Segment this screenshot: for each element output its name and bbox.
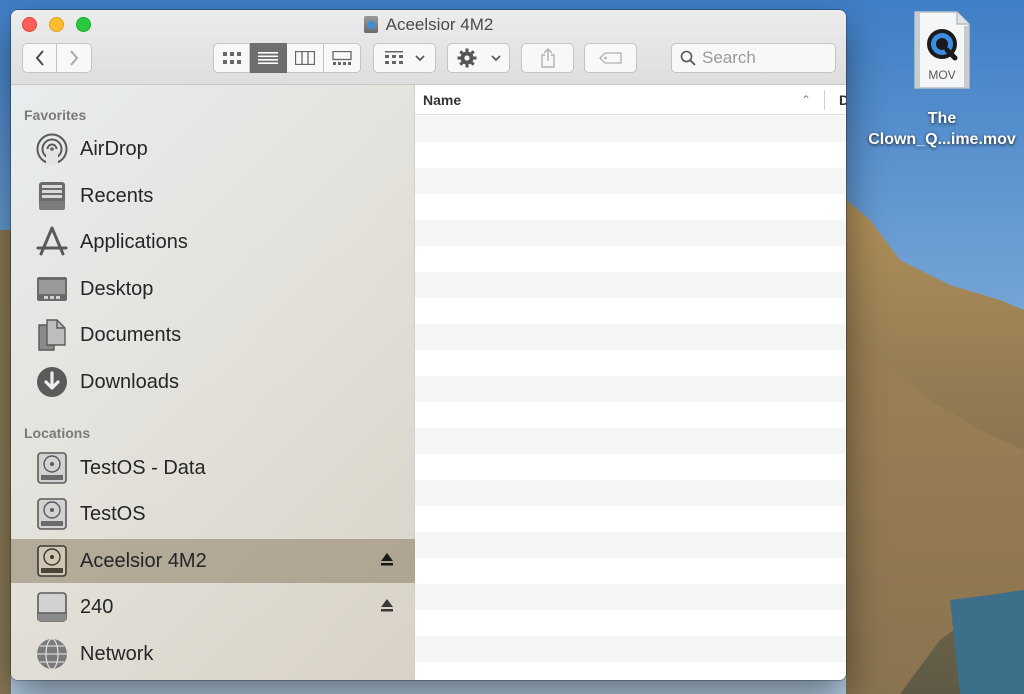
sidebar-item-testos[interactable]: TestOS [11, 492, 415, 536]
file-name: The Clown_Q...ime.mov [862, 108, 1022, 150]
action-menu-button[interactable] [447, 43, 510, 73]
sidebar: Favorites AirDrop Recents Applications D… [11, 85, 415, 680]
list-view-button[interactable] [250, 43, 287, 73]
eject-icon[interactable] [381, 553, 393, 566]
column-header: Name ⌃ D [415, 85, 846, 115]
column-divider[interactable] [824, 90, 825, 110]
quicktime-file-icon: MOV [913, 10, 971, 90]
sidebar-item-label: Documents [80, 323, 182, 346]
window-title-text: Aceelsior 4M2 [385, 15, 494, 34]
favorites-section-label: Favorites [24, 107, 87, 123]
view-mode-control [213, 43, 361, 73]
sidebar-item-testos-data[interactable]: TestOS - Data [11, 446, 415, 490]
gallery-view-icon [332, 51, 352, 65]
sidebar-item-aceelsior-4m2[interactable]: Aceelsior 4M2 [11, 539, 415, 583]
disk-icon [35, 544, 69, 578]
locations-section-label: Locations [24, 425, 91, 441]
sidebar-item-downloads[interactable]: Downloads [11, 360, 415, 404]
icon-view-button[interactable] [213, 43, 250, 73]
recents-icon [35, 179, 69, 213]
applications-icon [35, 225, 69, 259]
tags-button[interactable] [584, 43, 637, 73]
group-icon [384, 51, 403, 64]
file-name-line-2: Clown_Q...ime.mov [868, 131, 1016, 148]
sidebar-item-label: 240 [80, 595, 114, 618]
empty-row-stripes [415, 116, 846, 680]
gear-icon [457, 48, 476, 68]
sidebar-item-label: Network [80, 642, 154, 665]
search-field[interactable] [671, 43, 836, 73]
sidebar-item-label: Applications [80, 230, 188, 253]
sidebar-item-label: Recents [80, 184, 154, 207]
search-icon [680, 50, 696, 66]
icon-view-icon [222, 52, 241, 64]
disk-icon [363, 16, 378, 33]
file-badge: MOV [928, 68, 956, 82]
sidebar-item-airdrop[interactable]: AirDrop [11, 127, 415, 171]
list-view-icon [258, 52, 278, 64]
titlebar: Aceelsior 4M2 [11, 10, 846, 85]
chevron-right-icon [70, 50, 79, 66]
search-input[interactable] [702, 48, 832, 68]
airdrop-icon [35, 132, 69, 166]
finder-window: Aceelsior 4M2 Search Favorites AirDrop R… [11, 10, 846, 680]
chevron-left-icon [35, 50, 44, 66]
sidebar-item-label: AirDrop [80, 137, 148, 160]
sort-ascending-icon[interactable]: ⌃ [801, 93, 811, 107]
group-by-button[interactable] [373, 43, 436, 73]
sidebar-item-applications[interactable]: Applications [11, 220, 415, 264]
column-view-icon [295, 51, 315, 65]
gallery-view-button[interactable] [324, 43, 361, 73]
share-icon [540, 48, 555, 68]
downloads-icon [35, 365, 69, 399]
sidebar-item-label: Aceelsior 4M2 [80, 549, 207, 572]
sidebar-item-documents[interactable]: Documents [11, 313, 415, 357]
date-column-header[interactable]: D [839, 92, 846, 108]
sidebar-item-desktop[interactable]: Desktop [11, 267, 415, 311]
eject-icon[interactable] [381, 599, 393, 612]
share-button[interactable] [521, 43, 574, 73]
disk-icon [35, 451, 69, 485]
window-title: Aceelsior 4M2 [11, 15, 846, 35]
tag-icon [598, 52, 622, 64]
sidebar-item-label: TestOS - Data [80, 456, 206, 479]
file-name-line-1: The [927, 110, 957, 127]
desktop-icon [35, 272, 69, 306]
disk-icon [35, 497, 69, 531]
sidebar-item-label: TestOS [80, 502, 146, 525]
sidebar-item-label: Downloads [80, 370, 179, 393]
chevron-down-icon [490, 54, 501, 61]
chevron-down-icon [414, 54, 425, 61]
name-column-header[interactable]: Name [423, 92, 461, 108]
back-button[interactable] [22, 43, 57, 73]
network-icon [35, 637, 69, 671]
file-list-pane: Name ⌃ D [415, 85, 846, 680]
sidebar-item-label: Desktop [80, 277, 154, 300]
documents-icon [35, 318, 69, 352]
sidebar-item-240[interactable]: 240 [11, 585, 415, 629]
sidebar-item-network[interactable]: Network [11, 632, 415, 676]
sidebar-item-recents[interactable]: Recents [11, 174, 415, 218]
column-view-button[interactable] [287, 43, 324, 73]
desktop-file-mov[interactable]: MOV The Clown_Q...ime.mov [862, 10, 1022, 150]
external-drive-icon [35, 590, 69, 624]
forward-button[interactable] [57, 43, 92, 73]
